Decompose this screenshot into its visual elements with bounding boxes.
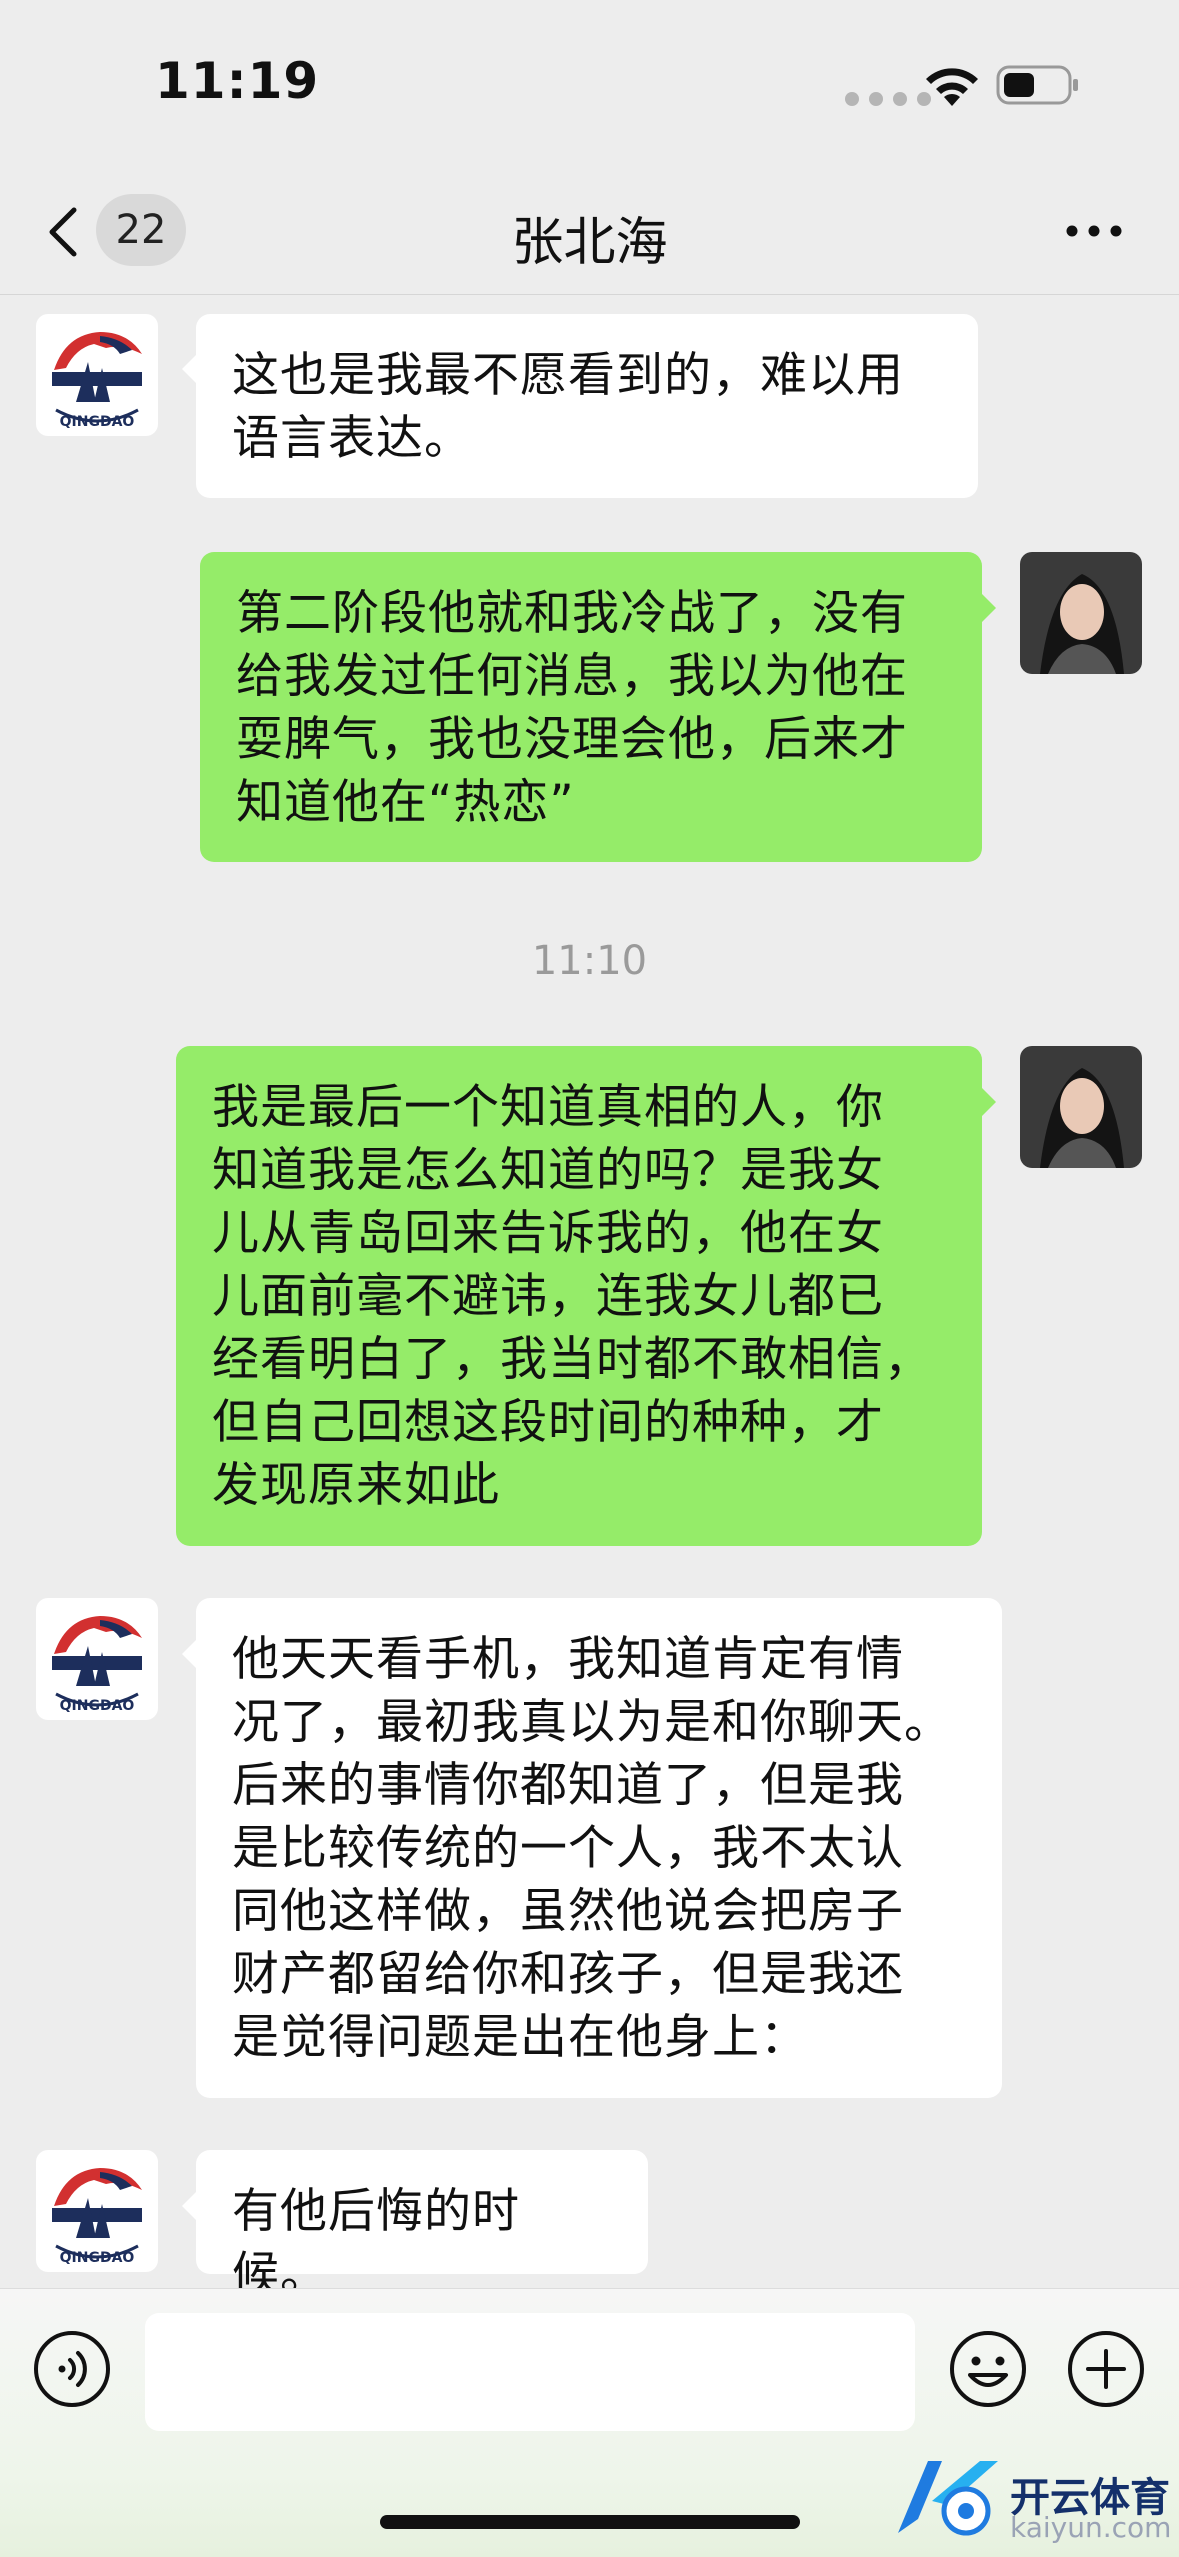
- ellipsis-icon[interactable]: [1062, 216, 1126, 246]
- my-avatar[interactable]: [1020, 552, 1142, 674]
- message-timestamp: 11:10: [531, 938, 648, 984]
- message-bubble-outgoing[interactable]: 第二阶段他就和我冷战了，没有 给我发过任何消息，我以为他在 耍脾气，我也没理会他…: [200, 552, 982, 862]
- contact-avatar[interactable]: QINGDAO: [36, 314, 158, 436]
- status-time: 11:19: [155, 52, 320, 110]
- chat-header: 22 张北海: [0, 170, 1179, 295]
- my-avatar[interactable]: [1020, 1046, 1142, 1168]
- message-bubble-outgoing[interactable]: 我是最后一个知道真相的人，你 知道我是怎么知道的吗？是我女 儿从青岛回来告诉我的…: [176, 1046, 982, 1546]
- svg-text:QINGDAO: QINGDAO: [60, 1698, 135, 1714]
- chat-title: 张北海: [511, 213, 668, 273]
- kaiyun-logo-icon: [898, 2461, 998, 2536]
- input-bar: 开云体育 kaiyun.com: [0, 2288, 1179, 2557]
- eagle-logo-icon: QINGDAO: [36, 1598, 158, 1720]
- emoji-icon[interactable]: [948, 2329, 1028, 2409]
- svg-text:QINGDAO: QINGDAO: [60, 414, 135, 430]
- status-bar: 11:19: [0, 0, 1179, 170]
- eagle-logo-icon: QINGDAO: [36, 314, 158, 436]
- profile-photo: [1020, 552, 1142, 674]
- cellular-signal-icon: [845, 92, 931, 106]
- contact-avatar[interactable]: QINGDAO: [36, 2150, 158, 2272]
- battery-icon: [996, 65, 1078, 105]
- voice-icon[interactable]: [32, 2329, 112, 2409]
- plus-icon[interactable]: [1066, 2329, 1146, 2409]
- home-indicator: [380, 2515, 800, 2529]
- profile-photo: [1020, 1046, 1142, 1168]
- watermark-url: kaiyun.com: [1010, 2511, 1172, 2544]
- wifi-icon: [926, 68, 978, 106]
- svg-text:QINGDAO: QINGDAO: [60, 2250, 135, 2266]
- message-bubble-incoming[interactable]: 有他后悔的时候。: [196, 2150, 648, 2302]
- message-bubble-incoming[interactable]: 他天天看手机，我知道肯定有情 况了，最初我真以为是和你聊天。 后来的事情你都知道…: [196, 1598, 1002, 2098]
- contact-avatar[interactable]: QINGDAO: [36, 1598, 158, 1720]
- message-input[interactable]: [145, 2313, 915, 2431]
- eagle-logo-icon: QINGDAO: [36, 2150, 158, 2272]
- message-bubble-incoming[interactable]: 这也是我最不愿看到的，难以用 语言表达。: [196, 314, 978, 498]
